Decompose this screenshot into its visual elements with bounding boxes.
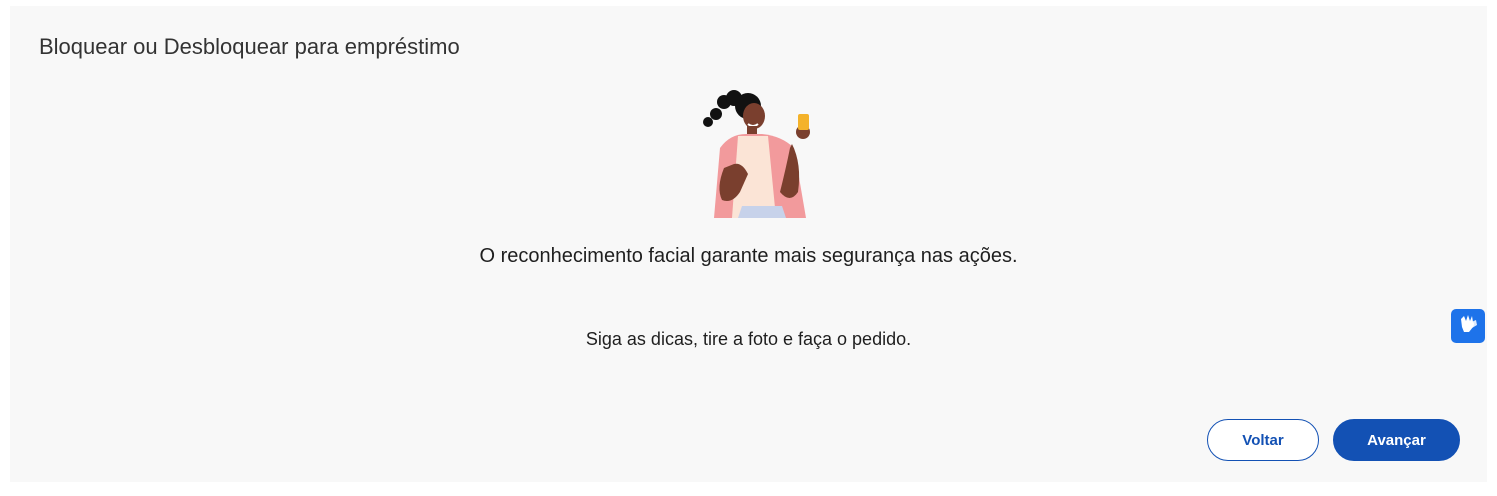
headline-text: O reconhecimento facial garante mais seg… (479, 245, 1018, 267)
accessibility-widget-button[interactable] (1451, 309, 1485, 343)
back-button[interactable]: Voltar (1207, 419, 1319, 461)
page-title: Bloquear ou Desbloquear para empréstimo (39, 34, 460, 59)
instruction-text: Siga as dicas, tire a foto e faça o pedi… (585, 329, 912, 349)
main-card: Bloquear ou Desbloquear para empréstimo (10, 6, 1487, 482)
person-holding-phone-illustration (690, 88, 820, 218)
sign-language-icon (1457, 313, 1479, 340)
next-button[interactable]: Avançar (1333, 419, 1460, 461)
